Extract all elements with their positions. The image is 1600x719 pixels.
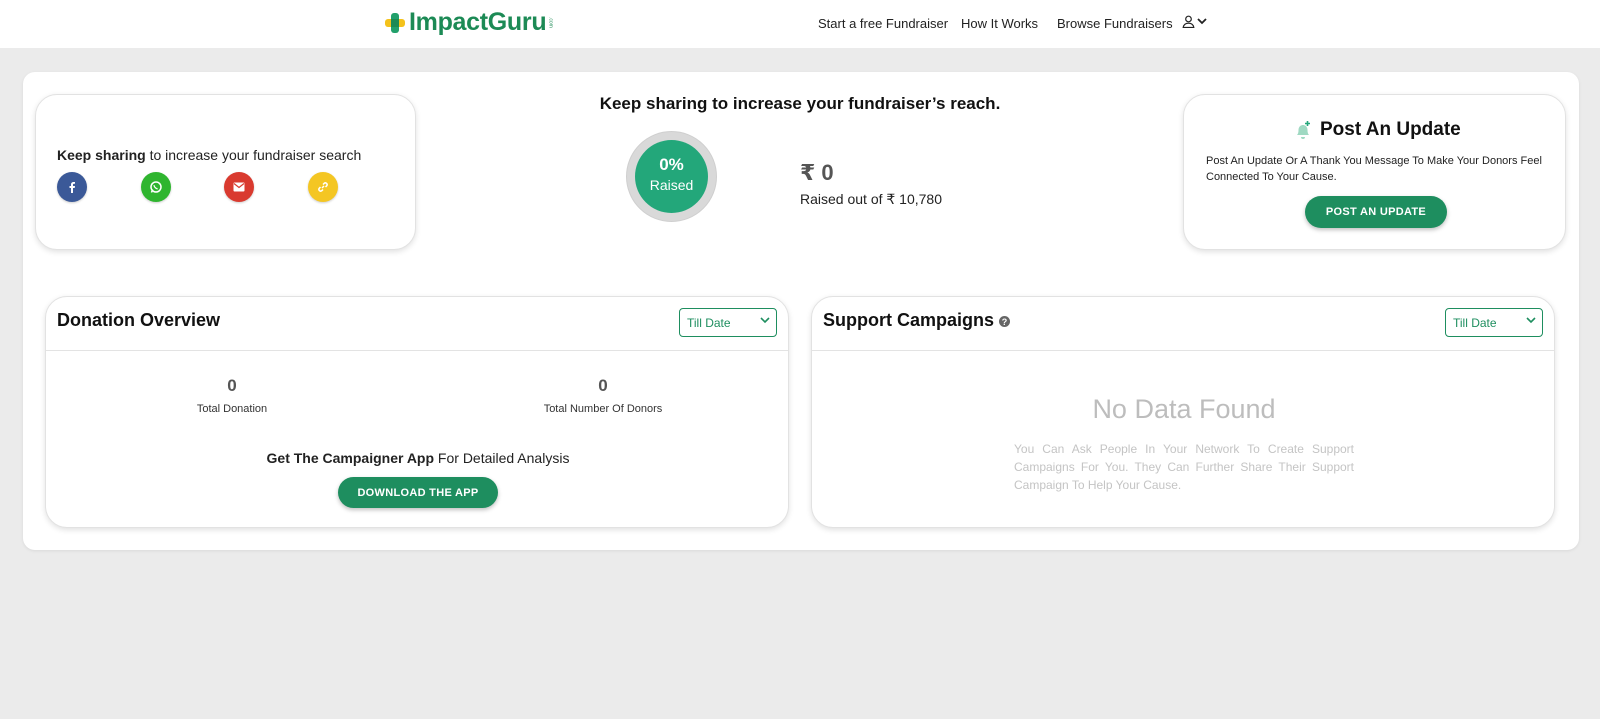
chevron-down-icon: [1197, 18, 1207, 25]
campaigner-app-prompt: Get The Campaigner App For Detailed Anal…: [266, 450, 570, 466]
donation-overview-header: Donation Overview Till Date: [46, 297, 788, 351]
email-icon: [233, 182, 245, 192]
raised-amount: ₹ 0: [800, 160, 834, 185]
support-campaigns-card: Support Campaigns ? Till Date No Data Fo…: [811, 296, 1555, 528]
impactguru-logo[interactable]: ImpactGuru .com: [383, 8, 553, 37]
nav-browse-fundraisers[interactable]: Browse Fundraisers: [1057, 16, 1173, 31]
whatsapp-icon: [150, 181, 162, 193]
bell-icon: [1297, 121, 1310, 139]
nav-start-fundraiser[interactable]: Start a free Fundraiser: [818, 16, 948, 31]
total-donation-label: Total Donation: [196, 403, 268, 415]
donation-overview-card: Donation Overview Till Date 0 Total Dona…: [45, 296, 789, 528]
post-update-heading: Post An Update: [1294, 119, 1461, 141]
total-donors-value: 0: [598, 376, 608, 395]
raised-goal-text: Raised out of ₹ 10,780: [800, 191, 943, 207]
post-update-card: Post An Update Post An Update Or A Thank…: [1183, 94, 1566, 250]
user-icon: [1182, 15, 1195, 28]
user-menu[interactable]: [1182, 15, 1207, 28]
logo-text: ImpactGuru: [409, 8, 547, 36]
facebook-share-button[interactable]: [57, 172, 87, 202]
top-navbar: ImpactGuru .com Start a free Fundraiser …: [0, 0, 1600, 48]
support-date-filter[interactable]: Till Date: [1445, 308, 1543, 337]
logo-cross-icon: [383, 11, 407, 35]
raised-progress-inner: 0% Raised: [635, 140, 708, 213]
total-donation-value: 0: [227, 376, 237, 395]
nav-how-it-works[interactable]: How It Works: [961, 16, 1038, 31]
post-update-description: Post An Update Or A Thank You Message To…: [1206, 155, 1542, 183]
no-data-description: You Can Ask People In Your Network To Cr…: [1014, 442, 1354, 492]
link-icon: [318, 182, 328, 192]
support-campaigns-header: Support Campaigns ? Till Date: [812, 297, 1554, 351]
chevron-down-icon: [760, 317, 770, 324]
email-share-button[interactable]: [224, 172, 254, 202]
raised-percent: 0%: [659, 155, 684, 174]
donation-date-filter[interactable]: Till Date: [679, 308, 777, 337]
no-data-title: No Data Found: [1092, 394, 1276, 424]
share-prompt: Keep sharing to increase your fundraiser…: [57, 147, 362, 163]
help-icon[interactable]: ?: [999, 316, 1011, 327]
copy-link-button[interactable]: [308, 172, 338, 202]
donation-overview-title: Donation Overview: [57, 310, 221, 330]
download-app-button[interactable]: DOWNLOAD THE APP: [338, 477, 498, 508]
raised-label: Raised: [649, 177, 694, 193]
whatsapp-share-button[interactable]: [141, 172, 171, 202]
support-campaigns-title: Support Campaigns ?: [823, 310, 1011, 331]
post-update-button[interactable]: POST AN UPDATE: [1305, 196, 1447, 228]
reach-heading: Keep sharing to increase your fundraiser…: [599, 94, 1001, 113]
chevron-down-icon: [1526, 317, 1536, 324]
logo-suffix: .com: [547, 17, 554, 28]
share-card: Keep sharing to increase your fundraiser…: [35, 94, 416, 250]
facebook-icon: [69, 182, 75, 193]
total-donors-label: Total Number Of Donors: [543, 403, 663, 415]
raised-progress-ring: 0% Raised: [626, 131, 717, 222]
